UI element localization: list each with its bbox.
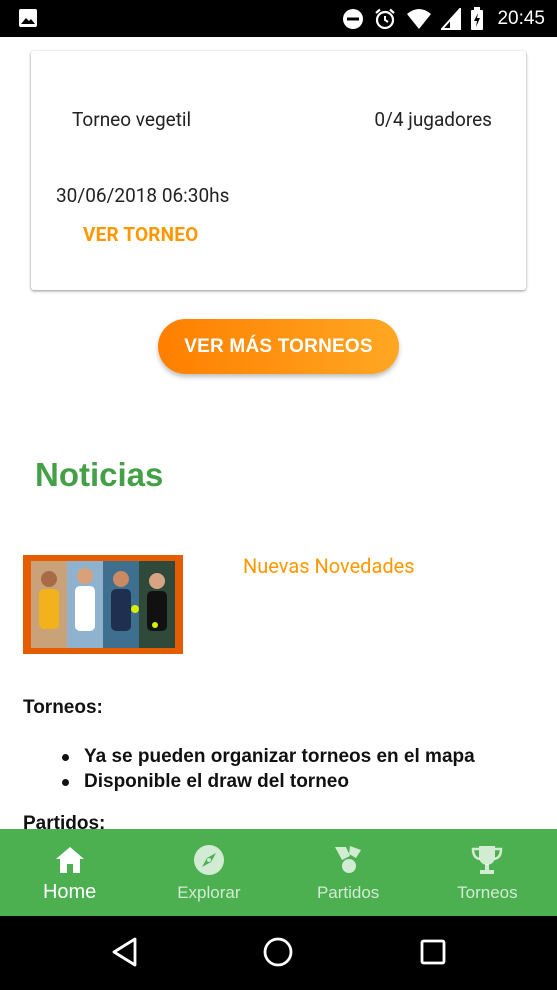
home-content[interactable]: Torneo vegetil 0/4 jugadores 30/06/2018 … xyxy=(0,37,557,829)
nav-item-explorar[interactable]: Explorar xyxy=(139,829,278,916)
news-headline-link[interactable]: Nuevas Novedades xyxy=(243,554,415,578)
home-icon xyxy=(53,843,87,877)
tournament-datetime: 30/06/2018 06:30hs xyxy=(56,184,230,207)
wifi-icon xyxy=(407,8,432,29)
compass-icon xyxy=(192,843,226,877)
news-torneos-heading: Torneos: xyxy=(23,697,103,718)
image-notification-icon xyxy=(19,9,37,27)
news-section-title: Noticias xyxy=(35,456,164,493)
list-item: Ya se pueden organizar torneos en el map… xyxy=(60,744,475,769)
status-bar: 20:45 xyxy=(0,0,557,37)
nav-item-label: Torneos xyxy=(457,883,518,902)
tournament-card: Torneo vegetil 0/4 jugadores 30/06/2018 … xyxy=(31,51,526,290)
clock: 20:45 xyxy=(497,7,545,29)
alarm-icon xyxy=(375,8,396,29)
tennis-players-image xyxy=(31,561,175,648)
tournament-players-count: 0/4 jugadores xyxy=(374,108,492,131)
nav-item-label: Explorar xyxy=(177,883,241,902)
trophy-icon xyxy=(470,843,504,877)
battery-charging-icon xyxy=(471,6,484,30)
tennis-icon xyxy=(331,843,365,877)
back-icon[interactable] xyxy=(110,936,138,968)
bottom-navigation: Home Explorar Partidos Torneos xyxy=(0,829,557,916)
nav-item-home[interactable]: Home xyxy=(0,829,139,916)
view-tournament-button[interactable]: VER TORNEO xyxy=(83,223,198,246)
status-icons: 20:45 xyxy=(342,0,545,37)
news-thumbnail[interactable] xyxy=(23,555,183,654)
recents-icon[interactable] xyxy=(419,936,447,968)
nav-item-partidos[interactable]: Partidos xyxy=(279,829,418,916)
system-navigation-bar xyxy=(0,916,557,990)
view-more-tournaments-button[interactable]: VER MÁS TORNEOS xyxy=(158,319,399,374)
nav-item-torneos[interactable]: Torneos xyxy=(418,829,557,916)
signal-icon xyxy=(441,7,462,30)
list-item: Disponible el draw del torneo xyxy=(60,769,475,794)
nav-item-label: Home xyxy=(42,881,97,903)
do-not-disturb-icon xyxy=(343,8,364,29)
tournament-name: Torneo vegetil xyxy=(72,108,192,131)
news-partidos-heading: Partidos: xyxy=(23,813,106,829)
nav-item-label: Partidos xyxy=(316,883,380,902)
home-button-icon[interactable] xyxy=(262,936,294,968)
news-torneos-list: Ya se pueden organizar torneos en el map… xyxy=(60,744,475,794)
